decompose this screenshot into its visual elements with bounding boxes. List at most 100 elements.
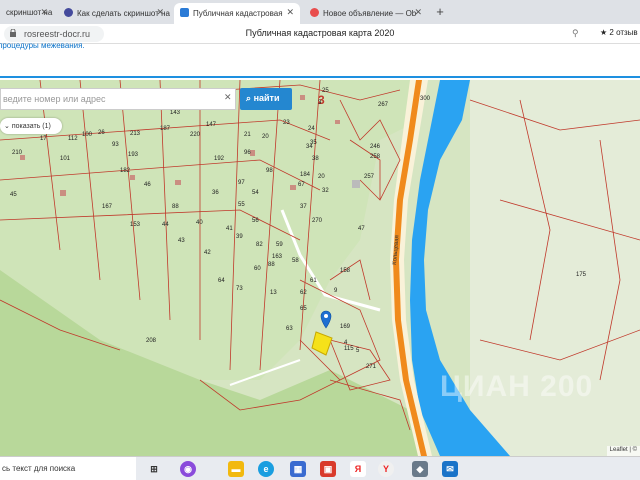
plot-number-label: 208 <box>146 338 157 344</box>
close-tab-icon[interactable]: ✕ <box>156 7 164 18</box>
explorer-icon[interactable]: ▬ <box>228 461 244 477</box>
plot-number-label: 64 <box>218 278 225 284</box>
search-icon: ⌕ <box>246 93 252 103</box>
plot-number-label: 21 <box>244 132 251 138</box>
watermark: ЦИАН 200 <box>440 370 594 403</box>
plot-number-label: 39 <box>236 234 243 240</box>
plot-number-label: 93 <box>112 142 119 148</box>
show-results-label: показать (1) <box>11 123 51 130</box>
yandex-icon[interactable]: Я <box>350 461 366 477</box>
address-bar: rosreestr-docr.ru Публичная кадастровая … <box>0 24 640 44</box>
plot-number-label: 169 <box>340 324 351 330</box>
plot-number-label: 63 <box>286 326 293 332</box>
plot-number-label: 47 <box>358 226 365 232</box>
plot-number-label: 112 <box>68 136 78 142</box>
tab-new-listing[interactable]: Новое объявление — Ob ✕ <box>304 3 428 24</box>
tab-favicon-icon <box>310 8 319 17</box>
taskbar-search[interactable]: сь текст для поиска <box>0 457 136 480</box>
page-title: Публичная кадастровая карта 2020 <box>245 28 395 38</box>
chevron-down-icon: ⌄ <box>4 123 10 130</box>
alice-icon[interactable]: ◉ <box>180 461 196 477</box>
plot-number-label: 54 <box>252 190 259 196</box>
plot-number-label: 17 <box>40 136 47 142</box>
plot-number-label: 35 <box>310 140 317 146</box>
plot-number-label: 267 <box>378 102 389 108</box>
plot-number-label: 20 <box>262 134 269 140</box>
plot-number-label: 62 <box>300 290 307 296</box>
plot-number-label: 270 <box>312 218 323 224</box>
plot-number-label: 184 <box>300 172 311 178</box>
plot-number-label: 26 <box>98 130 105 136</box>
location-pin-icon[interactable]: ⚲ <box>572 28 579 39</box>
gallery-icon[interactable]: ▣ <box>320 461 336 477</box>
plot-number-label: 61 <box>310 278 317 284</box>
tab-favicon-icon <box>64 8 73 17</box>
star-icon: ★ <box>600 28 608 37</box>
browser-tab-bar: скриншот на ✕ Как сделать скриншот на ✕ … <box>0 0 640 24</box>
cadastral-map[interactable]: 3 Кольцевая 3 300 267 25 246 258 257 143 187 213 2… <box>0 80 640 456</box>
plot-number-label: 257 <box>364 174 375 180</box>
plot-number-label: 23 <box>283 120 290 126</box>
tab-screenshot[interactable]: скриншот на ✕ <box>0 3 54 24</box>
plot-number-label: 300 <box>420 96 431 102</box>
plot-number-label: 192 <box>214 156 225 162</box>
plot-number-label: 158 <box>340 268 351 274</box>
close-tab-icon[interactable]: ✕ <box>40 7 48 18</box>
plot-number-label: 45 <box>10 192 17 198</box>
plot-number-label: 98 <box>266 168 273 174</box>
windows-taskbar: сь текст для поиска ⊞ ◉ ▬ e ▦ ▣ Я Y ◆ ✉ <box>0 456 640 480</box>
plot-number-label: 32 <box>322 188 329 194</box>
plot-number-label: 37 <box>300 204 307 210</box>
plot-number-label: 46 <box>144 182 151 188</box>
map-attribution[interactable]: Leaflet | © <box>606 446 640 456</box>
tab-label: Публичная кадастровая <box>193 9 283 18</box>
clear-search-icon[interactable]: ✕ <box>224 92 232 103</box>
close-tab-icon[interactable]: ✕ <box>286 7 294 18</box>
plot-number-label: 213 <box>130 131 141 137</box>
photos-icon[interactable]: ◆ <box>412 461 428 477</box>
search-input[interactable]: ведите номер или адрес <box>0 88 236 110</box>
info-banner: процедуры межевания. <box>0 41 640 80</box>
plot-number-label: 40 <box>196 220 203 226</box>
plot-number-label: 167 <box>102 204 113 210</box>
plot-number-label: 65 <box>300 306 307 312</box>
close-tab-icon[interactable]: ✕ <box>414 7 422 18</box>
tab-how-to-screenshot[interactable]: Как сделать скриншот на ✕ <box>58 3 170 24</box>
plot-number-label: 101 <box>60 156 71 162</box>
plot-number-label: 147 <box>206 122 217 128</box>
plot-number-label: 88 <box>268 262 275 268</box>
plot-number-label: 97 <box>238 180 245 186</box>
show-results-toggle[interactable]: ⌄ показать (1) <box>0 118 62 134</box>
reviews-badge[interactable]: ★ 2 отзыв <box>600 28 638 37</box>
plot-number-label: 210 <box>12 150 23 156</box>
mail-icon[interactable]: ✉ <box>442 461 458 477</box>
plot-number-label: 59 <box>276 242 283 248</box>
search-button[interactable]: ⌕ найти <box>240 88 292 110</box>
store-icon[interactable]: ▦ <box>290 461 306 477</box>
yandex-browser-icon[interactable]: Y <box>378 461 394 477</box>
plot-number-label: 153 <box>130 222 141 228</box>
plot-number-label: 55 <box>238 202 245 208</box>
banner-text: процедуры межевания. <box>0 41 85 50</box>
plot-number-label: 82 <box>256 242 263 248</box>
reviews-label: 2 отзыв <box>609 28 638 37</box>
tab-favicon-icon <box>180 8 189 17</box>
plot-number-label: 43 <box>178 238 185 244</box>
plot-number-label: 42 <box>204 250 211 256</box>
task-view-icon[interactable]: ⊞ <box>146 461 162 477</box>
plot-number-label: 246 <box>370 144 381 150</box>
plot-number-label: 44 <box>162 222 169 228</box>
plot-number-label: 175 <box>576 272 587 278</box>
edge-icon[interactable]: e <box>258 461 274 477</box>
plot-number-label: 115 <box>344 346 354 352</box>
plot-number-label: 41 <box>226 226 233 232</box>
plot-number-label: 67 <box>298 182 305 188</box>
new-tab-button[interactable]: + <box>432 4 448 20</box>
tab-label: Новое объявление — Ob <box>323 9 417 18</box>
plot-number-label: 60 <box>254 266 261 272</box>
plot-number-label: 163 <box>272 254 283 260</box>
plot-number-label: 73 <box>236 286 243 292</box>
plot-number-label: 24 <box>308 126 315 132</box>
tab-cadastral-map[interactable]: Публичная кадастровая ✕ <box>174 3 300 24</box>
plot-number-label: 182 <box>120 168 131 174</box>
